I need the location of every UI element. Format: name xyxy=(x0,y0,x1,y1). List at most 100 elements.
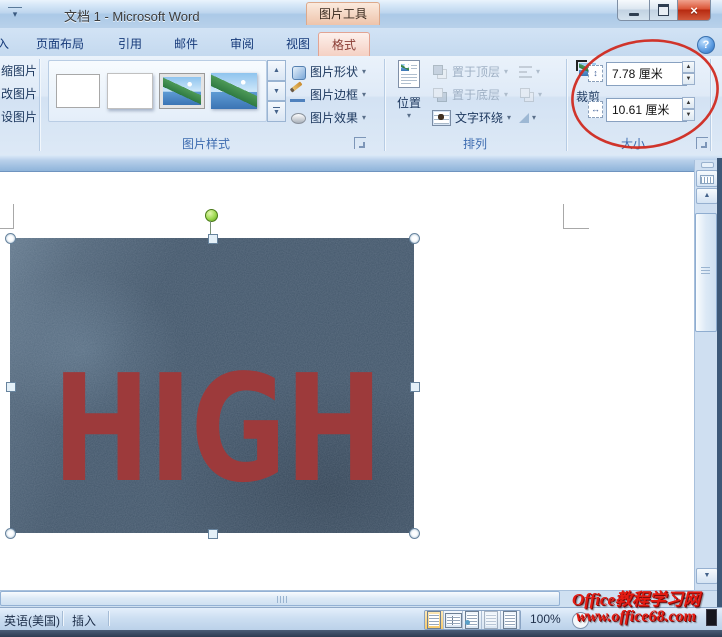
group-button[interactable]: ▾ xyxy=(519,84,555,105)
outline-view-button[interactable] xyxy=(482,611,501,629)
bring-to-front-icon xyxy=(432,64,448,80)
size-dialog-launcher-icon[interactable] xyxy=(696,137,708,149)
align-icon xyxy=(519,65,533,79)
web-layout-view-button[interactable] xyxy=(463,611,482,629)
picture-shape-button[interactable]: 图片形状 ▾ xyxy=(290,61,382,82)
draft-view-button[interactable] xyxy=(501,611,520,629)
gallery-scroll-buttons: ▲ ▼ ▼ xyxy=(267,60,286,123)
picture-style-thumbnail[interactable] xyxy=(56,74,100,108)
thumb-grip xyxy=(701,267,710,268)
picture-border-icon xyxy=(289,80,306,103)
window-bottom-border xyxy=(0,630,722,637)
vertical-scroll-thumb[interactable] xyxy=(695,213,717,332)
split-handle[interactable] xyxy=(701,162,714,168)
ribbon: 缩图片 改图片 设图片 ▲ ▼ ▼ 图片形状 ▾ 图片边框 ▾ 图片效果 ▾ 图… xyxy=(0,56,722,155)
align-button[interactable]: ▾ xyxy=(519,61,555,82)
picture-shape-icon xyxy=(290,64,306,80)
view-shortcuts xyxy=(424,610,521,630)
chevron-down-icon: ▾ xyxy=(504,90,509,99)
picture-tools-context-label: 图片工具 xyxy=(306,2,381,25)
language-status[interactable]: 英语(美国) xyxy=(4,612,60,629)
scroll-down-icon[interactable]: ▼ xyxy=(696,568,718,584)
width-spin-down-icon[interactable]: ▼ xyxy=(682,109,695,121)
handle-top-left[interactable] xyxy=(5,233,16,244)
shape-height-input[interactable]: 7.78 厘米 xyxy=(606,62,687,86)
draft-view-icon xyxy=(503,611,517,629)
picture-text: HIGH xyxy=(52,343,382,515)
watermark-line2: www.office68.com xyxy=(576,608,696,625)
picture-style-thumbnail[interactable] xyxy=(107,73,153,109)
tab-format-active[interactable]: 格式 xyxy=(318,32,370,57)
scroll-up-icon[interactable]: ▲ xyxy=(696,188,718,204)
handle-top-right[interactable] xyxy=(409,233,420,244)
horizontal-scroll-thumb[interactable] xyxy=(0,591,560,606)
height-spin-up-icon[interactable]: ▲ xyxy=(682,61,695,73)
tab-review[interactable]: 审阅 xyxy=(218,32,266,56)
rotation-handle[interactable] xyxy=(205,209,218,222)
width-spinner: ▲ ▼ xyxy=(682,97,695,121)
rotation-handle-stem xyxy=(210,221,211,235)
margin-crop-mark-left xyxy=(0,204,14,229)
status-separator xyxy=(108,611,110,626)
view-ruler-button[interactable] xyxy=(696,170,718,187)
position-icon xyxy=(398,60,420,88)
gallery-scroll-up-icon[interactable]: ▲ xyxy=(267,60,286,81)
height-spinner: ▲ ▼ xyxy=(682,61,695,85)
tab-view[interactable]: 视图 xyxy=(274,32,322,56)
chevron-down-icon: ▾ xyxy=(536,67,541,76)
tab-page-layout[interactable]: 页面布局 xyxy=(20,32,100,56)
handle-bottom-middle[interactable] xyxy=(208,529,218,539)
tab-references[interactable]: 引用 xyxy=(106,32,154,56)
insert-mode-status[interactable]: 插入 xyxy=(72,612,96,629)
restore-button[interactable] xyxy=(650,0,678,21)
print-layout-icon xyxy=(427,611,441,629)
send-to-back-button[interactable]: 置于底层 ▾ xyxy=(432,84,518,105)
minimize-button[interactable] xyxy=(617,0,650,21)
picture-style-thumbnail[interactable] xyxy=(211,73,257,109)
shape-width-icon: ↔ xyxy=(588,101,603,118)
bring-to-front-button[interactable]: 置于顶层 ▾ xyxy=(432,61,518,82)
compress-pictures-button[interactable]: 缩图片 xyxy=(1,63,41,79)
handle-middle-right[interactable] xyxy=(410,382,420,392)
handle-bottom-right[interactable] xyxy=(409,528,420,539)
height-spin-down-icon[interactable]: ▼ xyxy=(682,73,695,85)
rotate-button[interactable]: ▾ xyxy=(519,107,555,128)
window-controls: × xyxy=(617,0,711,21)
ruler-icon xyxy=(700,175,714,184)
gallery-scroll-down-icon[interactable]: ▼ xyxy=(267,80,286,102)
quick-access-more-icon[interactable]: ▾ xyxy=(8,7,22,22)
close-button[interactable]: × xyxy=(678,0,711,21)
margin-crop-mark-right xyxy=(563,204,589,229)
picture-styles-group-label: 图片样式 xyxy=(181,137,230,151)
window-right-border xyxy=(717,158,722,630)
help-icon[interactable]: ? xyxy=(697,36,715,54)
reset-picture-button[interactable]: 设图片 xyxy=(1,109,41,125)
change-picture-button[interactable]: 改图片 xyxy=(1,86,41,102)
gallery-more-bar xyxy=(273,107,280,109)
chevron-down-icon: ▾ xyxy=(504,67,509,76)
picture-styles-dialog-launcher-icon[interactable] xyxy=(354,137,366,149)
chevron-down-icon: ▾ xyxy=(406,111,411,120)
minimize-icon xyxy=(628,12,639,16)
ribbon-tab-row: 入 页面布局 引用 邮件 审阅 视图 格式 xyxy=(0,28,722,57)
tab-partial-left[interactable]: 入 xyxy=(0,32,12,56)
reading-view-icon xyxy=(444,612,462,628)
selected-picture[interactable]: HIGH xyxy=(10,238,414,533)
handle-bottom-left[interactable] xyxy=(5,528,16,539)
picture-border-button[interactable]: 图片边框 ▾ xyxy=(289,80,382,105)
print-layout-view-button[interactable] xyxy=(425,611,444,629)
picture-effects-button[interactable]: 图片效果 ▾ xyxy=(290,107,382,128)
handle-top-middle[interactable] xyxy=(208,234,218,244)
position-button[interactable]: 位置 ▾ xyxy=(390,60,428,120)
handle-middle-left[interactable] xyxy=(6,382,16,392)
picture-style-thumbnail[interactable] xyxy=(159,73,205,109)
full-screen-reading-view-button[interactable] xyxy=(444,611,463,629)
picture-styles-gallery[interactable] xyxy=(48,60,267,122)
gallery-more-icon[interactable]: ▼ xyxy=(267,101,286,123)
close-icon: × xyxy=(690,2,698,18)
text-wrapping-button[interactable]: 文字环绕 ▾ xyxy=(432,107,518,128)
site-watermark: Office教程学习网 www.office68.com xyxy=(552,591,720,625)
width-spin-up-icon[interactable]: ▲ xyxy=(682,97,695,109)
shape-width-input[interactable]: 10.61 厘米 xyxy=(606,98,687,122)
tab-mailings[interactable]: 邮件 xyxy=(162,32,210,56)
